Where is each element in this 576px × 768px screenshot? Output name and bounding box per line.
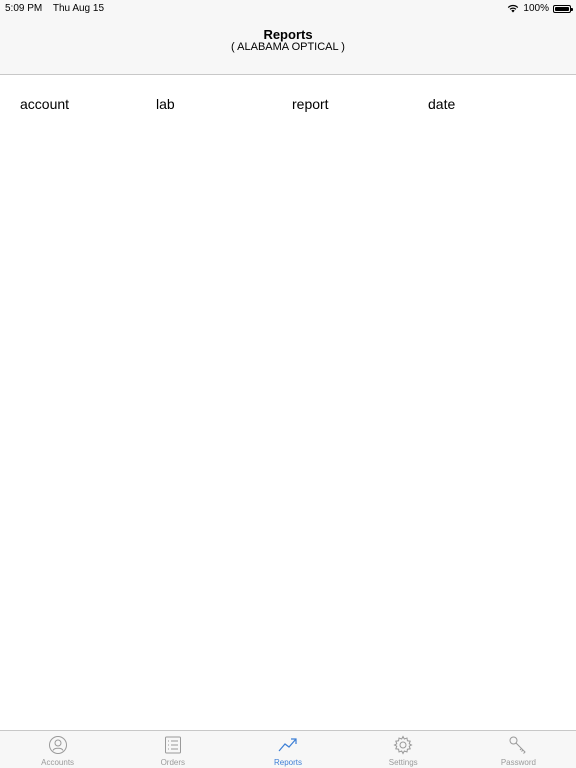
battery-fill	[555, 6, 569, 11]
tab-bar: Accounts Orders Reports Settings Passwor…	[0, 730, 576, 768]
table-header: account lab report date	[0, 96, 576, 114]
column-header-account: account	[20, 96, 70, 112]
status-time: 5:09 PM	[5, 3, 43, 14]
status-right: 100%	[507, 3, 573, 14]
tab-label-accounts: Accounts	[41, 758, 75, 767]
tab-reports[interactable]: Reports	[230, 731, 345, 768]
navigation-bar: Reports ( ALABAMA OPTICAL )	[0, 16, 576, 75]
battery-icon	[553, 4, 573, 13]
reports-screen: 5:09 PM Thu Aug 15 100% Reports ( ALABAM…	[0, 0, 576, 768]
column-header-date: date	[428, 96, 456, 112]
key-icon	[509, 736, 527, 754]
tab-label-settings: Settings	[388, 758, 418, 767]
page-subtitle: ( ALABAMA OPTICAL )	[231, 41, 345, 53]
tab-orders[interactable]: Orders	[115, 731, 230, 768]
tab-label-orders: Orders	[160, 758, 186, 767]
person-circle-icon	[48, 736, 67, 754]
tab-accounts[interactable]: Accounts	[0, 731, 115, 768]
trending-up-icon	[278, 738, 297, 752]
list-icon	[164, 736, 181, 754]
tab-label-reports: Reports	[274, 758, 303, 767]
status-date: Thu Aug 15	[52, 3, 105, 14]
status-left: 5:09 PM Thu Aug 15	[5, 3, 112, 14]
status-bar: 5:09 PM Thu Aug 15 100%	[0, 0, 576, 16]
column-header-report: report	[292, 96, 329, 112]
tab-settings[interactable]: Settings	[346, 731, 461, 768]
gear-icon	[393, 735, 413, 755]
tab-label-password: Password	[500, 758, 536, 767]
wifi-icon	[508, 4, 519, 13]
tab-password[interactable]: Password	[461, 731, 576, 768]
page-title: Reports	[263, 27, 313, 42]
column-header-lab: lab	[156, 96, 175, 112]
battery-percent: 100%	[523, 3, 549, 14]
